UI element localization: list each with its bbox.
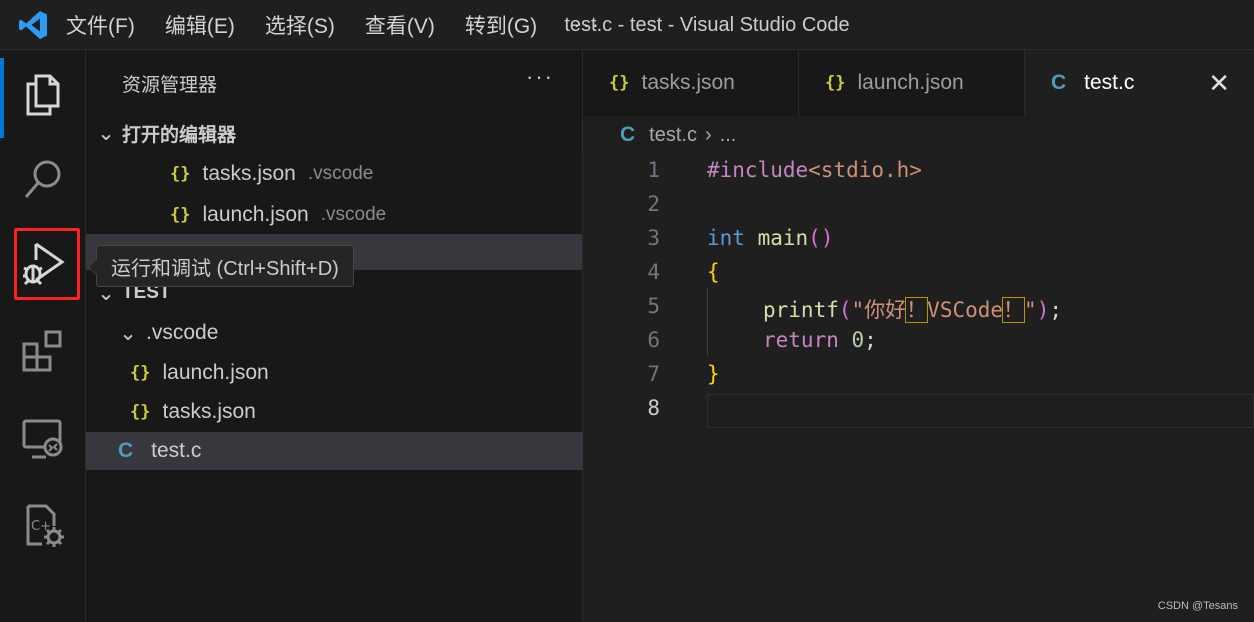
token-function: printf (763, 298, 839, 322)
c-file-icon: C (118, 439, 134, 462)
token-type: int (707, 226, 745, 250)
run-debug-tooltip: 运行和调试 (Ctrl+Shift+D) (88, 245, 354, 287)
json-file-icon: {} (130, 402, 151, 422)
search-icon[interactable] (18, 154, 68, 204)
token-number: 0 (851, 328, 865, 352)
token-paren: () (808, 226, 834, 250)
line-number: 6 (647, 328, 660, 352)
explorer-title: 资源管理器 (122, 75, 218, 96)
activity-bar: C+ (0, 50, 86, 622)
menu-more-button[interactable]: ··· (573, 12, 601, 38)
tree-file-name: tasks.json (162, 400, 256, 423)
code-line: #include<stdio.h> (707, 158, 922, 182)
json-file-icon: {} (170, 205, 191, 225)
menu-edit[interactable]: 编辑(E) (165, 10, 235, 40)
tab-label: test.c (1084, 71, 1135, 94)
token-brace: { (707, 260, 720, 284)
breadcrumb-file[interactable]: test.c (649, 124, 697, 147)
json-file-icon: {} (170, 164, 191, 184)
open-editor-desc: .vscode (320, 204, 387, 225)
extensions-icon[interactable] (18, 326, 68, 376)
menu-view[interactable]: 查看(V) (365, 10, 435, 40)
tree-file-name: launch.json (162, 361, 269, 384)
remote-explorer-icon[interactable] (18, 414, 68, 464)
token-keyword: return (763, 328, 839, 352)
open-editor-item[interactable]: {} tasks.json .vscode (86, 155, 666, 193)
token-paren: ( (838, 298, 852, 322)
close-icon[interactable]: ✕ (1208, 68, 1230, 99)
cpp-settings-icon[interactable]: C+ (18, 500, 68, 550)
open-editor-name: tasks.json (202, 162, 296, 185)
watermark: CSDN @Tesans (1157, 600, 1238, 612)
c-file-icon: C (620, 123, 636, 146)
token-header: <stdio.h> (808, 158, 922, 182)
menu-go[interactable]: 转到(G) (465, 10, 537, 40)
tree-file-selected[interactable]: C test.c (86, 432, 614, 470)
open-editor-name: launch.json (202, 203, 309, 226)
line-number: 7 (647, 362, 660, 386)
tree-file[interactable]: {} launch.json (86, 354, 626, 392)
token-include: #include (707, 158, 809, 182)
line-number: 4 (647, 260, 660, 284)
chevron-right-icon: › (704, 123, 712, 146)
c-file-icon: C (1051, 71, 1067, 94)
json-file-icon: {} (130, 363, 151, 383)
menu-file[interactable]: 文件(F) (66, 10, 135, 40)
breadcrumb: C test.c › ... (620, 120, 736, 150)
tree-file[interactable]: {} tasks.json (86, 393, 626, 431)
breadcrumb-symbols[interactable]: ... (720, 124, 737, 147)
token-quote: " (1024, 298, 1037, 322)
tab-tasks-json[interactable]: {} tasks.json (583, 50, 799, 116)
token-string: VSCode (927, 298, 1004, 322)
tab-test-c[interactable]: C test.c ✕ (1025, 50, 1254, 116)
code-line: } (707, 362, 720, 386)
open-editor-desc: .vscode (307, 163, 374, 184)
tab-launch-json[interactable]: {} launch.json (799, 50, 1025, 116)
token-semicolon: ; (1049, 298, 1062, 322)
open-editors-title: 打开的编辑器 (122, 124, 237, 146)
explorer-icon[interactable] (18, 70, 68, 120)
json-file-icon: {} (825, 73, 846, 93)
token-quote: " (851, 298, 865, 322)
open-editor-item[interactable]: {} launch.json .vscode (86, 196, 666, 234)
tree-folder-name: .vscode (146, 321, 219, 344)
chevron-down-icon: ⌄ (97, 121, 115, 145)
token-brace: } (707, 362, 720, 386)
line-number: 5 (647, 294, 660, 318)
title-bar: 文件(F) 编辑(E) 选择(S) 查看(V) 转到(G) ··· test.c… (0, 0, 1254, 50)
token-paren: ) (1036, 298, 1050, 322)
line-number-current: 8 (647, 396, 660, 420)
token-string: 你好 (864, 298, 907, 322)
code-line: printf("你好！VSCode！"); (763, 294, 1062, 324)
chevron-down-icon: ⌄ (119, 321, 137, 345)
line-number: 3 (647, 226, 660, 250)
token-function: main (757, 226, 809, 250)
menu-bar: 文件(F) 编辑(E) 选择(S) 查看(V) 转到(G) ··· (66, 10, 601, 40)
current-line-highlight (707, 394, 1254, 428)
line-number: 2 (647, 192, 660, 216)
token-string-warning: ！ (1002, 297, 1026, 323)
token-string-warning: ！ (905, 297, 929, 323)
open-editors-header[interactable]: ⌄ 打开的编辑器 (86, 114, 592, 152)
tab-label: tasks.json (641, 71, 735, 94)
active-indicator (0, 58, 4, 138)
code-editor[interactable]: 1 2 3 4 5 6 7 8 #include<stdio.h> int ma… (583, 152, 1254, 622)
code-line: return 0; (763, 328, 877, 352)
explorer-more-button[interactable]: ··· (526, 64, 554, 90)
tree-file-name: test.c (151, 439, 202, 462)
json-file-icon: {} (609, 73, 630, 93)
code-line: { (707, 260, 720, 284)
editor-tabs: {} tasks.json {} launch.json C test.c ✕ (583, 50, 1254, 116)
line-number: 1 (647, 158, 660, 182)
menu-selection[interactable]: 选择(S) (265, 10, 335, 40)
explorer-sidebar: 资源管理器 ··· ⌄ 打开的编辑器 {} tasks.json .vscode… (86, 50, 614, 622)
run-debug-highlight (14, 228, 80, 300)
vscode-logo-icon[interactable] (16, 8, 50, 42)
code-line: int main() (707, 226, 833, 250)
indent-guide (707, 288, 708, 356)
tree-folder-vscode[interactable]: ⌄ .vscode (86, 314, 614, 352)
token-semicolon: ; (864, 328, 877, 352)
tab-label: launch.json (857, 71, 964, 94)
